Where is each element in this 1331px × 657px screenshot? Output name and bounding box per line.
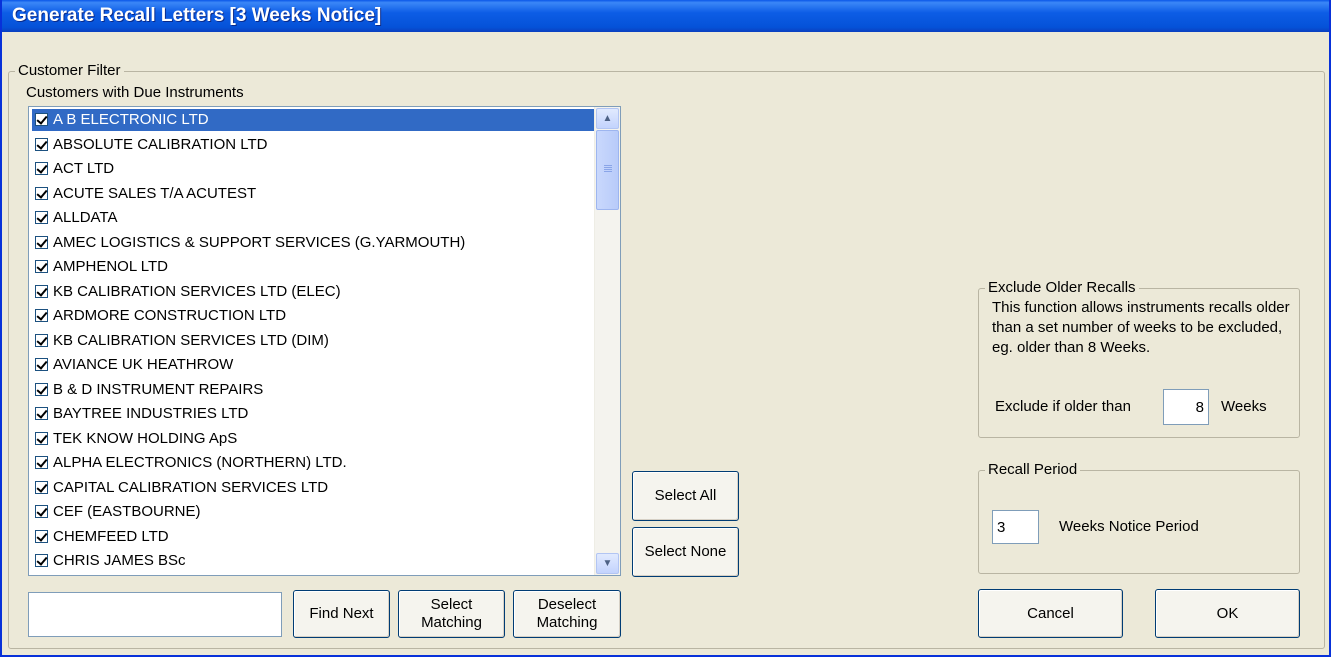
customer-name: CHRIS JAMES BSc [53, 552, 186, 569]
customer-list-item[interactable]: ABSOLUTE CALIBRATION LTD [32, 134, 594, 156]
customer-name: AMEC LOGISTICS & SUPPORT SERVICES (G.YAR… [53, 233, 466, 251]
list-vertical-scrollbar[interactable]: ▲ ▼ [594, 107, 620, 575]
scroll-grip-icon [604, 165, 612, 173]
customer-checkbox[interactable] [35, 505, 48, 518]
customer-list-item[interactable]: AVIANCE UK HEATHROW [32, 354, 594, 376]
deselect-matching-button[interactable]: Deselect Matching [513, 590, 621, 638]
title-bar[interactable]: Generate Recall Letters [3 Weeks Notice] [2, 0, 1329, 32]
customer-checkbox[interactable] [35, 235, 48, 249]
cancel-button[interactable]: Cancel [978, 589, 1123, 638]
customer-name: ACT LTD [53, 160, 115, 177]
exclude-prefix-label: Exclude if older than [995, 398, 1131, 415]
customer-checkbox[interactable] [35, 382, 48, 396]
exclude-suffix-label: Weeks [1221, 398, 1267, 415]
exclude-weeks-input[interactable] [1163, 389, 1209, 425]
customer-name: AMPHENOL LTD [53, 258, 169, 275]
customer-name: KB CALIBRATION SERVICES LTD (DIM) [53, 331, 329, 349]
customer-checkbox[interactable] [35, 431, 48, 445]
customer-checkbox[interactable] [35, 529, 48, 543]
customer-checkbox[interactable] [35, 480, 48, 494]
recall-weeks-input[interactable] [992, 510, 1039, 544]
customer-list-label: Customers with Due Instruments [26, 84, 244, 101]
customer-list-item[interactable]: CHEMFEED LTD [32, 526, 594, 548]
customer-name: BAYTREE INDUSTRIES LTD [53, 405, 249, 422]
customer-list-item[interactable]: ALPHA ELECTRONICS (NORTHERN) LTD. [32, 452, 594, 474]
customer-checkbox[interactable] [35, 211, 48, 224]
customer-list-item[interactable]: CAPITAL CALIBRATION SERVICES LTD [32, 477, 594, 499]
customer-name: KB CALIBRATION SERVICES LTD (ELEC) [53, 282, 341, 300]
customer-checkbox[interactable] [35, 137, 48, 151]
find-next-button[interactable]: Find Next [293, 590, 390, 638]
customer-list-item[interactable]: AMEC LOGISTICS & SUPPORT SERVICES (G.YAR… [32, 232, 594, 254]
customer-checkbox[interactable] [35, 554, 48, 567]
recall-period-legend: Recall Period [985, 461, 1081, 478]
customer-checkbox[interactable] [35, 260, 48, 273]
exclude-older-legend: Exclude Older Recalls [985, 279, 1139, 296]
customer-checkbox[interactable] [35, 333, 48, 347]
customer-checkbox[interactable] [35, 358, 48, 371]
customer-name: TEK KNOW HOLDING ApS [53, 429, 238, 447]
customer-list-item[interactable]: A B ELECTRONIC LTD [32, 109, 594, 131]
customer-checkbox[interactable] [35, 162, 48, 175]
customer-list-item[interactable]: AMPHENOL LTD [32, 256, 594, 278]
customer-list-item[interactable]: ALLDATA [32, 207, 594, 229]
customer-name: ABSOLUTE CALIBRATION LTD [53, 135, 268, 153]
customer-name: ALPHA ELECTRONICS (NORTHERN) LTD. [53, 454, 347, 471]
customer-list[interactable]: A B ELECTRONIC LTD ABSOLUTE CALIBRATION L… [28, 106, 621, 576]
scroll-up-button[interactable]: ▲ [596, 108, 619, 129]
select-none-button[interactable]: Select None [632, 527, 739, 577]
customer-checkbox[interactable] [35, 284, 48, 298]
customer-checkbox[interactable] [35, 309, 48, 322]
customer-checkbox[interactable] [35, 113, 48, 126]
select-matching-button[interactable]: Select Matching [398, 590, 505, 638]
scroll-thumb[interactable] [596, 130, 619, 210]
customer-search-input[interactable] [28, 592, 282, 637]
customer-name: CEF (EASTBOURNE) [53, 503, 201, 520]
customer-name: ACUTE SALES T/A ACUTEST [53, 184, 257, 202]
customer-filter-legend: Customer Filter [15, 62, 124, 79]
customer-list-item[interactable]: B & D INSTRUMENT REPAIRS [32, 379, 594, 401]
customer-list-item[interactable]: ACUTE SALES T/A ACUTEST [32, 183, 594, 205]
customer-name: B & D INSTRUMENT REPAIRS [53, 380, 264, 398]
customer-list-item[interactable]: CHRIS JAMES BSc [32, 550, 594, 572]
customer-list-item[interactable]: TEK KNOW HOLDING ApS [32, 428, 594, 450]
customer-list-item[interactable]: BAYTREE INDUSTRIES LTD [32, 403, 594, 425]
recall-period-suffix-label: Weeks Notice Period [1059, 518, 1199, 535]
window-title: Generate Recall Letters [3 Weeks Notice] [12, 5, 382, 26]
scroll-down-button[interactable]: ▼ [596, 553, 619, 574]
exclude-older-description: This function allows instruments recalls… [992, 299, 1290, 356]
customer-name: A B ELECTRONIC LTD [53, 111, 209, 128]
customer-list-item[interactable]: KB CALIBRATION SERVICES LTD (DIM) [32, 330, 594, 352]
select-all-button[interactable]: Select All [632, 471, 739, 521]
customer-list-item[interactable]: ACT LTD [32, 158, 594, 180]
customer-list-item[interactable]: KB CALIBRATION SERVICES LTD (ELEC) [32, 281, 594, 303]
customer-checkbox[interactable] [35, 456, 48, 469]
customer-list-item[interactable]: CEF (EASTBOURNE) [32, 501, 594, 523]
customer-name: ARDMORE CONSTRUCTION LTD [53, 307, 287, 324]
recall-letters-dialog: Generate Recall Letters [3 Weeks Notice]… [0, 0, 1331, 657]
customer-name: CHEMFEED LTD [53, 527, 169, 545]
customer-checkbox[interactable] [35, 186, 48, 200]
customer-checkbox[interactable] [35, 407, 48, 420]
customer-name: CAPITAL CALIBRATION SERVICES LTD [53, 478, 329, 496]
customer-list-item[interactable]: ARDMORE CONSTRUCTION LTD [32, 305, 594, 327]
ok-button[interactable]: OK [1155, 589, 1300, 638]
customer-name: ALLDATA [53, 209, 118, 226]
customer-name: AVIANCE UK HEATHROW [53, 356, 234, 373]
